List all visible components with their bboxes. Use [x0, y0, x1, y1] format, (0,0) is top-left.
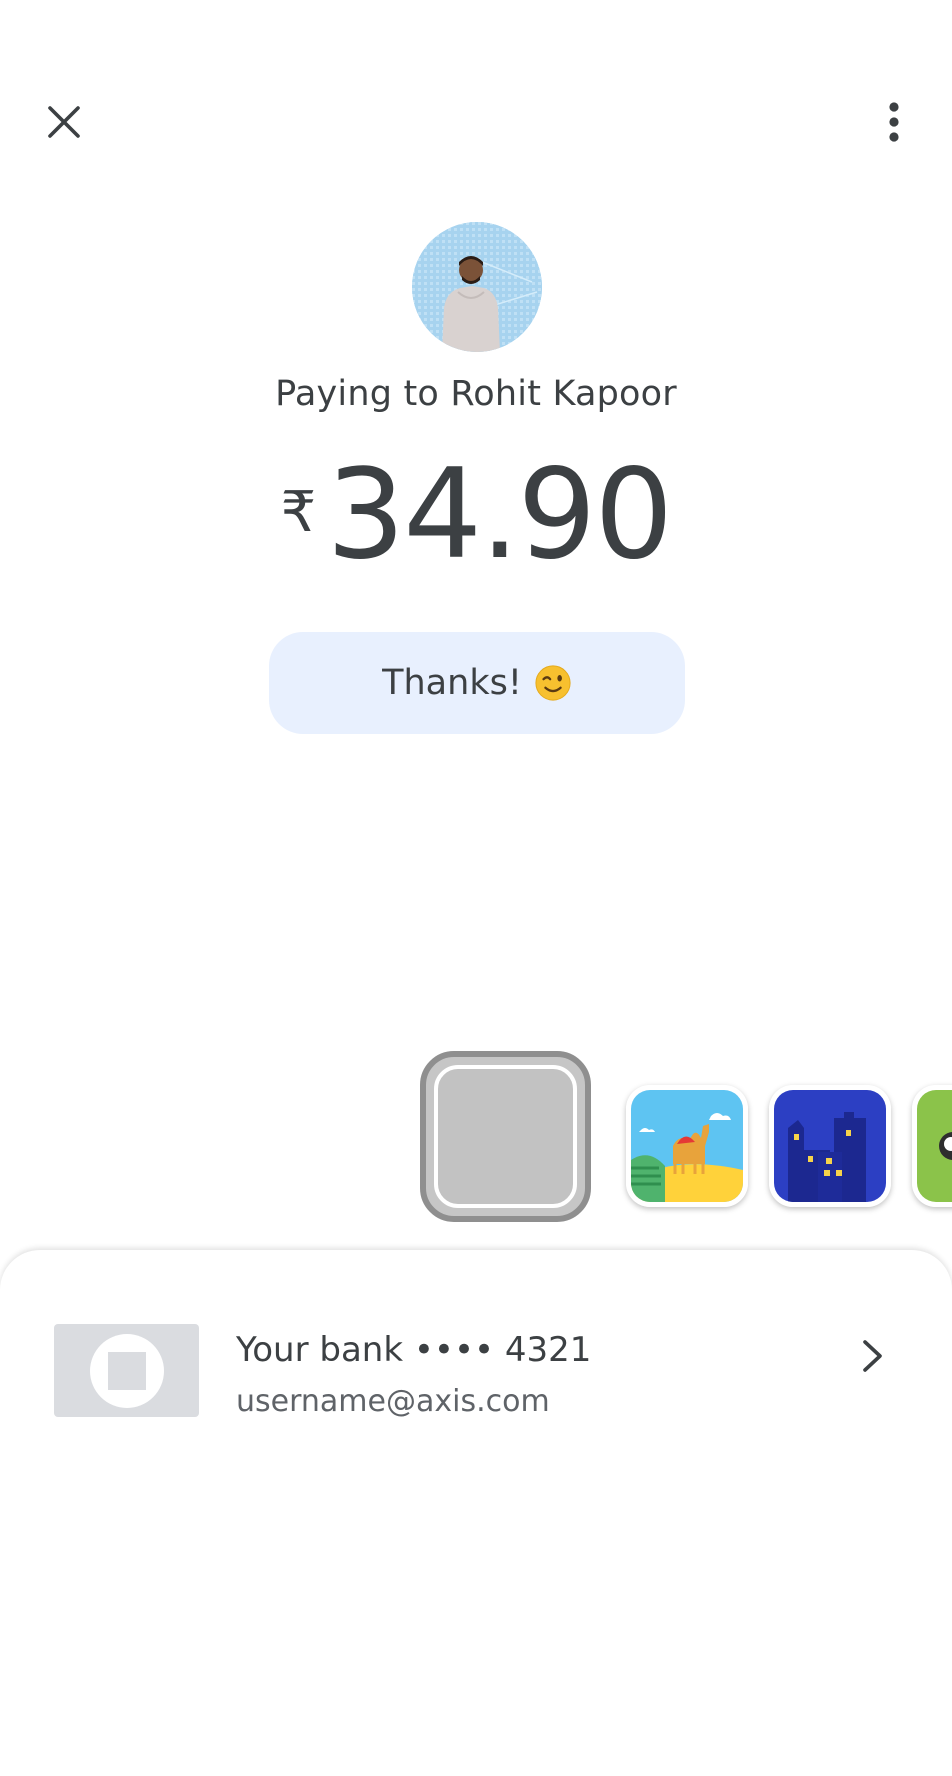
avatar: [412, 222, 542, 352]
payment-note-chip[interactable]: Thanks!: [269, 632, 685, 734]
amount-display: ₹ 34.90: [0, 450, 952, 580]
currency-symbol: ₹: [280, 480, 317, 545]
more-vert-icon: [889, 102, 899, 142]
note-text: Thanks!: [382, 663, 522, 703]
amount-value: 34.90: [326, 443, 673, 587]
winking-face-emoji: [535, 665, 571, 701]
chevron-right-icon: [863, 1340, 882, 1372]
payee-label: Paying to Rohit Kapoor: [275, 374, 677, 414]
theme-selected-slot[interactable]: [420, 1051, 591, 1222]
bank-name: Your bank •••• 4321: [236, 1330, 592, 1370]
bank-logo-icon: [54, 1324, 199, 1417]
city-night-theme[interactable]: [769, 1085, 891, 1207]
empty-theme-placeholder: [434, 1065, 577, 1208]
close-icon: [48, 106, 80, 138]
bank-account-row[interactable]: Your bank •••• 4321 username@axis.com: [0, 1320, 952, 1430]
payment-screen: Paying to Rohit Kapoor ₹ 34.90 Thanks! Y…: [0, 0, 952, 1776]
green-theme[interactable]: [912, 1085, 952, 1207]
more-options-button[interactable]: [862, 90, 926, 154]
desert-camel-theme[interactable]: [626, 1085, 748, 1207]
bank-upi-id: username@axis.com: [236, 1384, 550, 1419]
close-button[interactable]: [32, 90, 96, 154]
